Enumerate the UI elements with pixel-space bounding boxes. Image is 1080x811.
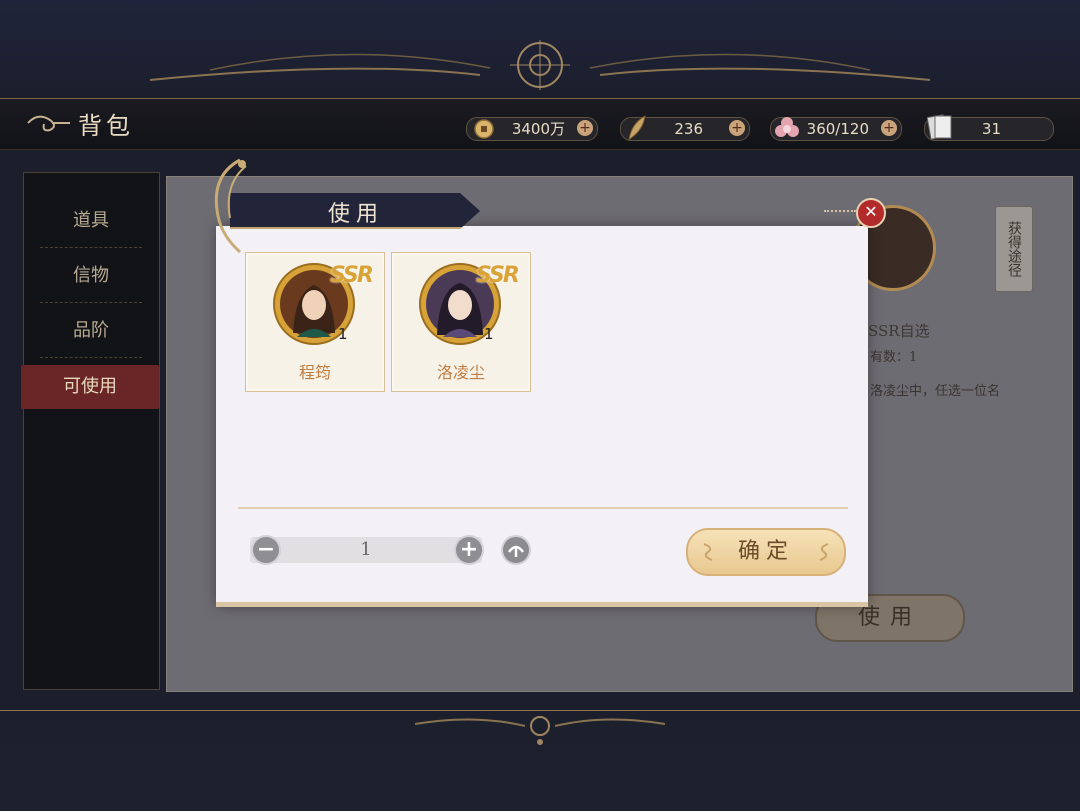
- confirm-button[interactable]: 确定: [686, 528, 846, 576]
- increase-button[interactable]: +: [456, 537, 482, 563]
- item-description: 洛凌尘中，任选一位名: [870, 384, 1001, 399]
- flower-resource[interactable]: 360/120 +: [770, 117, 902, 141]
- card-icon: [927, 114, 952, 140]
- character-card-luolingchen[interactable]: SSR 1 洛凌尘: [391, 252, 531, 392]
- coin-value: 3400万: [511, 120, 565, 138]
- sidebar-item-rank[interactable]: 品阶: [40, 305, 142, 358]
- item-count: 1: [338, 325, 348, 343]
- swirl-icon: [27, 115, 70, 132]
- cloud-deco-icon: [703, 543, 713, 561]
- obtain-source-button[interactable]: 获得途径: [995, 206, 1033, 292]
- close-decoration: [824, 210, 856, 212]
- add-feather-button[interactable]: +: [729, 120, 745, 136]
- flower-icon: [775, 117, 799, 137]
- feather-icon: [628, 115, 646, 142]
- close-button[interactable]: ✕: [856, 198, 886, 228]
- sidebar-item-tools[interactable]: 道具: [40, 195, 142, 248]
- rarity-badge: SSR: [330, 263, 374, 288]
- quantity-value[interactable]: 1: [300, 539, 432, 560]
- max-arrow-icon: [507, 545, 525, 557]
- page-title: 背包: [78, 112, 134, 140]
- dialog-divider: [238, 507, 848, 509]
- character-name: 程筠: [298, 363, 331, 382]
- card-resource[interactable]: 31: [924, 114, 1054, 141]
- top-ornament: [150, 40, 930, 90]
- coin-resource[interactable]: 3400万 +: [466, 117, 598, 141]
- sidebar-item-usable[interactable]: 可使用: [21, 365, 159, 409]
- feather-value: 236: [674, 120, 703, 138]
- add-flower-button[interactable]: +: [881, 120, 897, 136]
- dialog-title: 使用: [328, 202, 385, 227]
- decrease-button[interactable]: −: [253, 537, 279, 563]
- character-name: 洛凌尘: [436, 363, 485, 382]
- item-count: 1: [484, 325, 494, 343]
- owned-count-text: 有数：1: [870, 350, 918, 365]
- add-coin-button[interactable]: +: [577, 120, 593, 136]
- bottom-ornament: [415, 716, 665, 745]
- crest-ornament: [214, 158, 247, 254]
- feather-resource[interactable]: 236 +: [620, 115, 750, 142]
- card-value: 31: [981, 120, 1001, 138]
- selected-item-title: SSR自选: [868, 322, 930, 340]
- sidebar-item-tokens[interactable]: 信物: [40, 250, 142, 303]
- cloud-deco-icon: [819, 543, 829, 561]
- rarity-badge: SSR: [476, 263, 520, 288]
- max-quantity-button[interactable]: [503, 537, 529, 563]
- confirm-label: 确定: [737, 539, 794, 564]
- category-sidebar: 道具 信物 品阶 可使用: [21, 172, 160, 690]
- coin-icon: [474, 119, 494, 139]
- flower-value: 360/120: [806, 120, 869, 138]
- character-card-chengyun[interactable]: SSR 1 程筠: [245, 252, 385, 392]
